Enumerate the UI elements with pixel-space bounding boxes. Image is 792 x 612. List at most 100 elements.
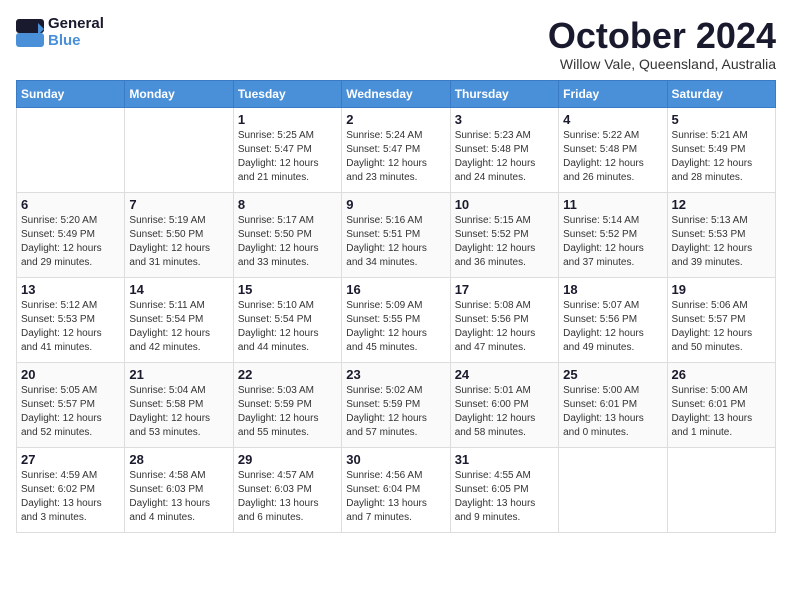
day-number: 12	[672, 197, 771, 212]
day-number: 27	[21, 452, 120, 467]
day-info: Sunrise: 4:55 AMSunset: 6:05 PMDaylight:…	[455, 469, 554, 525]
day-info: Sunrise: 5:00 AMSunset: 6:01 PMDaylight:…	[672, 384, 771, 440]
day-info: Sunrise: 5:14 AMSunset: 5:52 PMDaylight:…	[563, 214, 662, 270]
day-info: Sunrise: 4:58 AMSunset: 6:03 PMDaylight:…	[129, 469, 228, 525]
day-number: 30	[346, 452, 445, 467]
day-info: Sunrise: 5:24 AMSunset: 5:47 PMDaylight:…	[346, 129, 445, 185]
calendar-cell: 28 Sunrise: 4:58 AMSunset: 6:03 PMDayligh…	[125, 447, 233, 532]
day-info: Sunrise: 5:04 AMSunset: 5:58 PMDaylight:…	[129, 384, 228, 440]
day-number: 3	[455, 112, 554, 127]
calendar-cell: 15 Sunrise: 5:10 AMSunset: 5:54 PMDayligh…	[233, 277, 341, 362]
logo-icon	[16, 19, 44, 47]
day-info: Sunrise: 5:13 AMSunset: 5:53 PMDaylight:…	[672, 214, 771, 270]
day-number: 14	[129, 282, 228, 297]
calendar-cell: 9 Sunrise: 5:16 AMSunset: 5:51 PMDaylight…	[342, 192, 450, 277]
day-number: 15	[238, 282, 337, 297]
day-number: 6	[21, 197, 120, 212]
day-info: Sunrise: 5:10 AMSunset: 5:54 PMDaylight:…	[238, 299, 337, 355]
day-number: 7	[129, 197, 228, 212]
day-info: Sunrise: 5:15 AMSunset: 5:52 PMDaylight:…	[455, 214, 554, 270]
calendar-cell: 2 Sunrise: 5:24 AMSunset: 5:47 PMDaylight…	[342, 107, 450, 192]
day-info: Sunrise: 5:01 AMSunset: 6:00 PMDaylight:…	[455, 384, 554, 440]
day-info: Sunrise: 5:16 AMSunset: 5:51 PMDaylight:…	[346, 214, 445, 270]
calendar-cell: 8Sunrise: 5:17 AMSunset: 5:50 PMDaylight…	[233, 192, 341, 277]
day-info: Sunrise: 5:12 AMSunset: 5:53 PMDaylight:…	[21, 299, 120, 355]
day-number: 4	[563, 112, 662, 127]
calendar-cell: 24 Sunrise: 5:01 AMSunset: 6:00 PMDayligh…	[450, 362, 558, 447]
day-number: 24	[455, 367, 554, 382]
calendar-cell: 31 Sunrise: 4:55 AMSunset: 6:05 PMDayligh…	[450, 447, 558, 532]
calendar-cell: 17Sunrise: 5:08 AMSunset: 5:56 PMDayligh…	[450, 277, 558, 362]
day-number: 20	[21, 367, 120, 382]
calendar-cell: 25Sunrise: 5:00 AMSunset: 6:01 PMDayligh…	[559, 362, 667, 447]
day-info: Sunrise: 5:19 AMSunset: 5:50 PMDaylight:…	[129, 214, 228, 270]
day-number: 16	[346, 282, 445, 297]
calendar-week-row: 6 Sunrise: 5:20 AMSunset: 5:49 PMDaylight…	[17, 192, 776, 277]
calendar-cell: 18 Sunrise: 5:07 AMSunset: 5:56 PMDayligh…	[559, 277, 667, 362]
calendar-cell: 3 Sunrise: 5:23 AMSunset: 5:48 PMDaylight…	[450, 107, 558, 192]
logo: General Blue	[16, 16, 104, 49]
day-number: 25	[563, 367, 662, 382]
day-number: 13	[21, 282, 120, 297]
day-info: Sunrise: 5:11 AMSunset: 5:54 PMDaylight:…	[129, 299, 228, 355]
day-info: Sunrise: 5:05 AMSunset: 5:57 PMDaylight:…	[21, 384, 120, 440]
day-number: 31	[455, 452, 554, 467]
calendar-header-tuesday: Tuesday	[233, 80, 341, 107]
day-number: 18	[563, 282, 662, 297]
day-info: Sunrise: 5:07 AMSunset: 5:56 PMDaylight:…	[563, 299, 662, 355]
day-number: 26	[672, 367, 771, 382]
day-info: Sunrise: 5:09 AMSunset: 5:55 PMDaylight:…	[346, 299, 445, 355]
calendar-week-row: 1Sunrise: 5:25 AMSunset: 5:47 PMDaylight…	[17, 107, 776, 192]
calendar-cell	[17, 107, 125, 192]
calendar-cell	[667, 447, 775, 532]
day-number: 28	[129, 452, 228, 467]
calendar-cell: 6 Sunrise: 5:20 AMSunset: 5:49 PMDaylight…	[17, 192, 125, 277]
calendar-cell: 7 Sunrise: 5:19 AMSunset: 5:50 PMDaylight…	[125, 192, 233, 277]
calendar-header-monday: Monday	[125, 80, 233, 107]
day-number: 11	[563, 197, 662, 212]
calendar-cell: 4 Sunrise: 5:22 AMSunset: 5:48 PMDaylight…	[559, 107, 667, 192]
calendar-cell: 1Sunrise: 5:25 AMSunset: 5:47 PMDaylight…	[233, 107, 341, 192]
calendar-cell: 30 Sunrise: 4:56 AMSunset: 6:04 PMDayligh…	[342, 447, 450, 532]
calendar-cell: 13 Sunrise: 5:12 AMSunset: 5:53 PMDayligh…	[17, 277, 125, 362]
day-number: 23	[346, 367, 445, 382]
day-info: Sunrise: 4:56 AMSunset: 6:04 PMDaylight:…	[346, 469, 445, 525]
day-info: Sunrise: 5:20 AMSunset: 5:49 PMDaylight:…	[21, 214, 120, 270]
calendar-header-row: SundayMondayTuesdayWednesdayThursdayFrid…	[17, 80, 776, 107]
calendar-cell: 21 Sunrise: 5:04 AMSunset: 5:58 PMDayligh…	[125, 362, 233, 447]
day-info: Sunrise: 4:57 AMSunset: 6:03 PMDaylight:…	[238, 469, 337, 525]
day-info: Sunrise: 5:08 AMSunset: 5:56 PMDaylight:…	[455, 299, 554, 355]
calendar-header-wednesday: Wednesday	[342, 80, 450, 107]
day-info: Sunrise: 5:22 AMSunset: 5:48 PMDaylight:…	[563, 129, 662, 185]
calendar-cell: 27Sunrise: 4:59 AMSunset: 6:02 PMDayligh…	[17, 447, 125, 532]
calendar-cell: 16 Sunrise: 5:09 AMSunset: 5:55 PMDayligh…	[342, 277, 450, 362]
day-number: 2	[346, 112, 445, 127]
calendar-cell: 23 Sunrise: 5:02 AMSunset: 5:59 PMDayligh…	[342, 362, 450, 447]
calendar-cell: 5Sunrise: 5:21 AMSunset: 5:49 PMDaylight…	[667, 107, 775, 192]
calendar-header-saturday: Saturday	[667, 80, 775, 107]
calendar-cell: 12 Sunrise: 5:13 AMSunset: 5:53 PMDayligh…	[667, 192, 775, 277]
calendar-week-row: 27Sunrise: 4:59 AMSunset: 6:02 PMDayligh…	[17, 447, 776, 532]
day-number: 9	[346, 197, 445, 212]
day-info: Sunrise: 5:02 AMSunset: 5:59 PMDaylight:…	[346, 384, 445, 440]
calendar-header-thursday: Thursday	[450, 80, 558, 107]
calendar-table: SundayMondayTuesdayWednesdayThursdayFrid…	[16, 80, 776, 533]
day-number: 21	[129, 367, 228, 382]
day-info: Sunrise: 5:23 AMSunset: 5:48 PMDaylight:…	[455, 129, 554, 185]
calendar-week-row: 20 Sunrise: 5:05 AMSunset: 5:57 PMDayligh…	[17, 362, 776, 447]
day-number: 29	[238, 452, 337, 467]
calendar-cell: 20 Sunrise: 5:05 AMSunset: 5:57 PMDayligh…	[17, 362, 125, 447]
calendar-cell	[125, 107, 233, 192]
location-subtitle: Willow Vale, Queensland, Australia	[548, 56, 776, 72]
page-header: General Blue October 2024 Willow Vale, Q…	[16, 16, 776, 72]
day-number: 8	[238, 197, 337, 212]
day-info: Sunrise: 5:21 AMSunset: 5:49 PMDaylight:…	[672, 129, 771, 185]
calendar-header-friday: Friday	[559, 80, 667, 107]
day-number: 19	[672, 282, 771, 297]
calendar-cell: 14 Sunrise: 5:11 AMSunset: 5:54 PMDayligh…	[125, 277, 233, 362]
day-info: Sunrise: 5:25 AMSunset: 5:47 PMDaylight:…	[238, 129, 337, 185]
calendar-cell: 11 Sunrise: 5:14 AMSunset: 5:52 PMDayligh…	[559, 192, 667, 277]
logo-text-general: General	[48, 16, 104, 33]
calendar-cell: 10Sunrise: 5:15 AMSunset: 5:52 PMDayligh…	[450, 192, 558, 277]
calendar-header-sunday: Sunday	[17, 80, 125, 107]
